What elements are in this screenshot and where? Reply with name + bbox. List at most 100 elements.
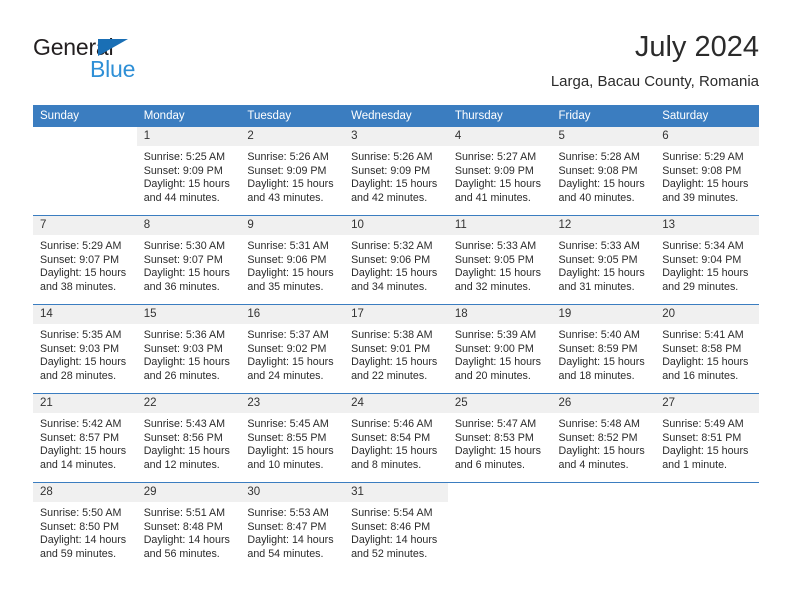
daylight-text-line1: Daylight: 15 hours (662, 445, 749, 458)
day-cell[interactable]: 5 Sunrise: 5:28 AM Sunset: 9:08 PM Dayli… (551, 127, 656, 216)
day-cell (551, 482, 656, 571)
day-cell[interactable]: 16 Sunrise: 5:37 AM Sunset: 9:02 PM Dayl… (240, 304, 345, 394)
day-number: 30 (240, 483, 345, 502)
sunset-text: Sunset: 8:48 PM (143, 520, 223, 533)
day-number: 5 (551, 127, 656, 146)
daylight-text-line2: and 10 minutes. (247, 458, 324, 471)
day-cell[interactable]: 7 Sunrise: 5:29 AM Sunset: 9:07 PM Dayli… (33, 215, 137, 305)
daylight-text-line1: Daylight: 15 hours (143, 178, 230, 191)
daylight-text-line1: Daylight: 15 hours (662, 178, 749, 191)
sunset-text: Sunset: 8:52 PM (558, 431, 638, 444)
day-number: 3 (344, 127, 448, 146)
day-cell[interactable]: 17 Sunrise: 5:38 AM Sunset: 9:01 PM Dayl… (344, 304, 448, 394)
day-cell[interactable]: 18 Sunrise: 5:39 AM Sunset: 9:00 PM Dayl… (447, 304, 552, 394)
day-cell[interactable]: 8 Sunrise: 5:30 AM Sunset: 9:07 PM Dayli… (136, 215, 241, 305)
daylight-text-line2: and 31 minutes. (558, 280, 635, 293)
daylight-text-line2: and 22 minutes. (351, 369, 428, 382)
sunrise-text: Sunrise: 5:43 AM (143, 418, 226, 430)
day-details: Sunrise: 5:43 AM Sunset: 8:56 PM Dayligh… (137, 413, 241, 472)
day-cell (33, 127, 137, 216)
daylight-text-line2: and 54 minutes. (247, 547, 324, 560)
daylight-text-line2: and 41 minutes. (454, 191, 531, 204)
daylight-text-line2: and 14 minutes. (40, 458, 117, 471)
weekday-header-friday: Friday (551, 105, 656, 127)
day-cell[interactable]: 28 Sunrise: 5:50 AM Sunset: 8:50 PM Dayl… (33, 482, 137, 571)
day-cell[interactable]: 26 Sunrise: 5:48 AM Sunset: 8:52 PM Dayl… (551, 393, 656, 483)
day-cell[interactable]: 1 Sunrise: 5:25 AM Sunset: 9:09 PM Dayli… (136, 127, 241, 216)
day-details: Sunrise: 5:39 AM Sunset: 9:00 PM Dayligh… (448, 324, 552, 383)
sunset-text: Sunset: 9:04 PM (662, 253, 742, 266)
daylight-text-line2: and 36 minutes. (143, 280, 220, 293)
daylight-text-line1: Daylight: 15 hours (558, 445, 645, 458)
sunrise-text: Sunrise: 5:38 AM (351, 329, 433, 341)
day-cell[interactable]: 15 Sunrise: 5:36 AM Sunset: 9:03 PM Dayl… (136, 304, 241, 394)
daylight-text-line2: and 35 minutes. (247, 280, 324, 293)
day-cell[interactable]: 13 Sunrise: 5:34 AM Sunset: 9:04 PM Dayl… (655, 215, 759, 305)
day-cell[interactable]: 24 Sunrise: 5:46 AM Sunset: 8:54 PM Dayl… (344, 393, 448, 483)
day-cell[interactable]: 25 Sunrise: 5:47 AM Sunset: 8:53 PM Dayl… (447, 393, 552, 483)
sunrise-text: Sunrise: 5:39 AM (454, 329, 537, 341)
day-details: Sunrise: 5:28 AM Sunset: 9:08 PM Dayligh… (552, 146, 656, 205)
day-details: Sunrise: 5:38 AM Sunset: 9:01 PM Dayligh… (344, 324, 448, 383)
week-row: 7 Sunrise: 5:29 AM Sunset: 9:07 PM Dayli… (33, 215, 759, 305)
sunset-text: Sunset: 9:05 PM (454, 253, 534, 266)
daylight-text-line2: and 38 minutes. (40, 280, 117, 293)
daylight-text-line1: Daylight: 15 hours (454, 267, 541, 280)
sunset-text: Sunset: 9:00 PM (454, 342, 534, 355)
daylight-text-line1: Daylight: 15 hours (662, 356, 749, 369)
day-number: 1 (136, 127, 241, 146)
day-number (551, 483, 656, 502)
day-cell[interactable]: 12 Sunrise: 5:33 AM Sunset: 9:05 PM Dayl… (551, 215, 656, 305)
sunset-text: Sunset: 8:46 PM (351, 520, 431, 533)
daylight-text-line2: and 6 minutes. (454, 458, 525, 471)
day-cell[interactable]: 21 Sunrise: 5:42 AM Sunset: 8:57 PM Dayl… (33, 393, 137, 483)
daylight-text-line1: Daylight: 15 hours (454, 356, 541, 369)
day-details: Sunrise: 5:37 AM Sunset: 9:02 PM Dayligh… (240, 324, 344, 383)
day-details (448, 502, 552, 507)
day-cell[interactable]: 11 Sunrise: 5:33 AM Sunset: 9:05 PM Dayl… (447, 215, 552, 305)
day-details: Sunrise: 5:34 AM Sunset: 9:04 PM Dayligh… (655, 235, 759, 294)
day-details: Sunrise: 5:29 AM Sunset: 9:08 PM Dayligh… (655, 146, 759, 205)
day-cell[interactable]: 4 Sunrise: 5:27 AM Sunset: 9:09 PM Dayli… (447, 127, 552, 216)
day-cell[interactable]: 20 Sunrise: 5:41 AM Sunset: 8:58 PM Dayl… (655, 304, 759, 394)
sunrise-text: Sunrise: 5:37 AM (247, 329, 329, 341)
day-cell[interactable]: 29 Sunrise: 5:51 AM Sunset: 8:48 PM Dayl… (136, 482, 241, 571)
sunset-text: Sunset: 9:05 PM (558, 253, 638, 266)
day-cell[interactable]: 6 Sunrise: 5:29 AM Sunset: 9:08 PM Dayli… (655, 127, 759, 216)
sunrise-text: Sunrise: 5:47 AM (454, 418, 537, 430)
daylight-text-line1: Daylight: 15 hours (247, 445, 334, 458)
daylight-text-line1: Daylight: 15 hours (40, 267, 127, 280)
day-details: Sunrise: 5:30 AM Sunset: 9:07 PM Dayligh… (137, 235, 241, 294)
day-cell[interactable]: 10 Sunrise: 5:32 AM Sunset: 9:06 PM Dayl… (344, 215, 448, 305)
day-number: 10 (344, 216, 448, 235)
day-cell[interactable]: 23 Sunrise: 5:45 AM Sunset: 8:55 PM Dayl… (240, 393, 345, 483)
sunrise-text: Sunrise: 5:48 AM (558, 418, 640, 430)
day-details (33, 146, 137, 151)
day-cell[interactable]: 22 Sunrise: 5:43 AM Sunset: 8:56 PM Dayl… (136, 393, 241, 483)
daylight-text-line1: Daylight: 15 hours (40, 356, 127, 369)
daylight-text-line2: and 56 minutes. (143, 547, 220, 560)
sunrise-text: Sunrise: 5:33 AM (558, 240, 640, 252)
brand-logo[interactable]: General Blue (33, 34, 233, 86)
daylight-text-line2: and 28 minutes. (40, 369, 117, 382)
day-number: 9 (240, 216, 345, 235)
day-cell[interactable]: 19 Sunrise: 5:40 AM Sunset: 8:59 PM Dayl… (551, 304, 656, 394)
day-cell[interactable]: 27 Sunrise: 5:49 AM Sunset: 8:51 PM Dayl… (655, 393, 759, 483)
sunrise-text: Sunrise: 5:33 AM (454, 240, 537, 252)
daylight-text-line2: and 32 minutes. (454, 280, 531, 293)
day-details: Sunrise: 5:33 AM Sunset: 9:05 PM Dayligh… (448, 235, 552, 294)
sunrise-text: Sunrise: 5:34 AM (662, 240, 744, 252)
sunset-text: Sunset: 8:57 PM (40, 431, 120, 444)
day-cell[interactable]: 3 Sunrise: 5:26 AM Sunset: 9:09 PM Dayli… (344, 127, 448, 216)
day-cell[interactable]: 30 Sunrise: 5:53 AM Sunset: 8:47 PM Dayl… (240, 482, 345, 571)
day-cell[interactable]: 31 Sunrise: 5:54 AM Sunset: 8:46 PM Dayl… (344, 482, 448, 571)
day-number: 12 (551, 216, 656, 235)
brand-blue-text: Blue (90, 56, 136, 82)
daylight-text-line2: and 16 minutes. (662, 369, 739, 382)
day-cell[interactable]: 9 Sunrise: 5:31 AM Sunset: 9:06 PM Dayli… (240, 215, 345, 305)
day-cell[interactable]: 2 Sunrise: 5:26 AM Sunset: 9:09 PM Dayli… (240, 127, 345, 216)
day-cell[interactable]: 14 Sunrise: 5:35 AM Sunset: 9:03 PM Dayl… (33, 304, 137, 394)
daylight-text-line2: and 8 minutes. (351, 458, 422, 471)
weekday-header-row: Sunday Monday Tuesday Wednesday Thursday… (33, 105, 759, 127)
daylight-text-line1: Daylight: 14 hours (143, 534, 230, 547)
